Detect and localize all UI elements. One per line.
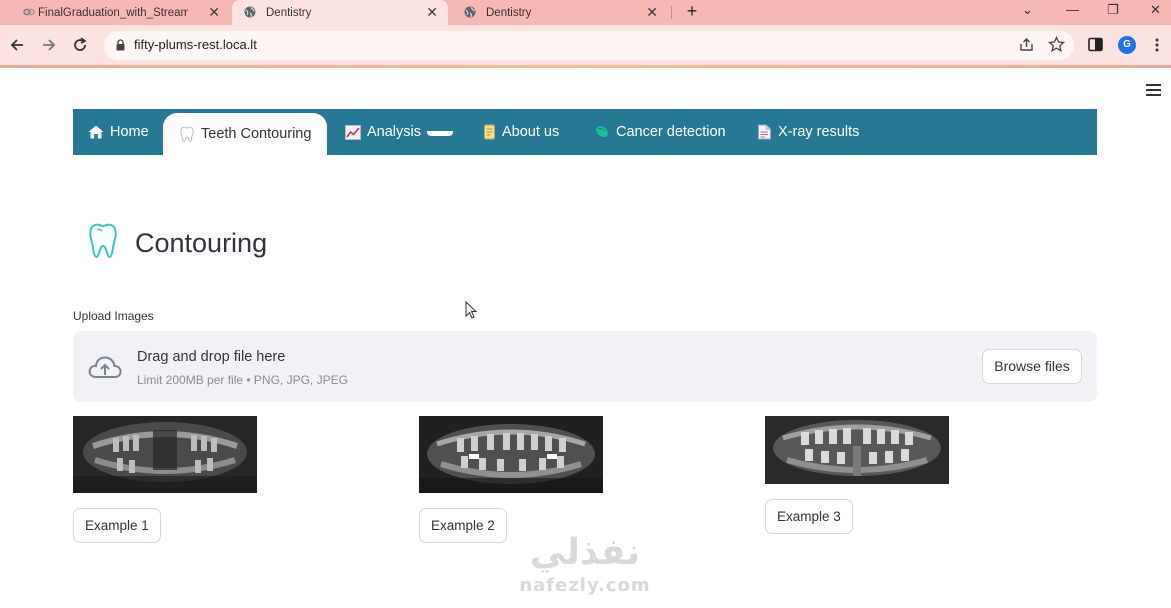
example-1-button[interactable]: Example 1 <box>73 508 161 543</box>
watermark-arabic: نفذلي <box>529 532 641 573</box>
top-navbar: Home Teeth Contouring Analysis About us … <box>73 109 1097 155</box>
close-icon[interactable]: ✕ <box>208 4 220 20</box>
nav-item-cancer-detection[interactable]: Cancer detection <box>594 109 726 155</box>
watermark-latin: nafezly.com <box>519 575 651 596</box>
colab-icon <box>23 8 35 16</box>
example-xray-image-2 <box>419 416 603 493</box>
file-dropzone[interactable]: Drag and drop file here Limit 200MB per … <box>73 331 1097 402</box>
window-close-icon[interactable]: ✕ <box>1150 2 1161 18</box>
browse-files-button[interactable]: Browse files <box>982 349 1082 384</box>
side-panel-icon[interactable] <box>1088 37 1103 52</box>
share-icon[interactable] <box>1018 36 1035 53</box>
example-xray-image-3 <box>765 416 949 484</box>
forward-arrow-icon[interactable] <box>38 35 58 55</box>
nav-item-label: Teeth Contouring <box>201 126 312 142</box>
upload-label: Upload Images <box>73 309 154 323</box>
scroll-icon <box>484 124 495 140</box>
globe-icon <box>464 6 476 18</box>
close-icon[interactable]: ✕ <box>426 4 438 20</box>
more-menu-icon[interactable] <box>1152 37 1162 53</box>
browser-toolbar: fifty-plums-rest.loca.lt G <box>0 25 1171 66</box>
home-icon <box>88 125 104 139</box>
dropzone-limits: Limit 200MB per file • PNG, JPG, JPEG <box>137 373 348 387</box>
browser-tab-dentistry-active[interactable]: Dentistry ✕ <box>232 0 448 25</box>
close-icon[interactable]: ✕ <box>646 4 658 20</box>
nav-item-label: About us <box>502 124 560 140</box>
nav-item-about-us[interactable]: About us <box>483 109 559 155</box>
nav-item-label: Analysis <box>367 124 421 140</box>
globe-icon <box>244 6 256 18</box>
tab-title: Dentistry <box>486 6 532 19</box>
nav-item-teeth-contouring[interactable]: Teeth Contouring <box>163 113 328 155</box>
example-2-button[interactable]: Example 2 <box>419 508 507 543</box>
tooth-icon <box>89 223 117 259</box>
bookmark-star-icon[interactable] <box>1048 36 1065 53</box>
dropzone-instructions: Drag and drop file here <box>137 349 286 365</box>
browser-tab-bar: FinalGraduation_with_Streamlit ✕ Dentist… <box>0 0 1171 25</box>
profile-avatar[interactable]: G <box>1118 36 1136 54</box>
url-text[interactable]: fifty-plums-rest.loca.lt <box>134 37 257 52</box>
hamburger-menu-icon[interactable] <box>1146 84 1161 96</box>
lock-icon[interactable] <box>116 39 125 51</box>
nav-item-label: Cancer detection <box>616 124 726 140</box>
minimize-icon[interactable]: — <box>1066 2 1079 17</box>
nav-item-xray-results[interactable]: X-ray results <box>757 109 859 155</box>
cloud-upload-icon <box>88 356 122 378</box>
tab-title: Dentistry <box>266 6 312 19</box>
browser-tab-colab[interactable]: FinalGraduation_with_Streamlit ✕ <box>14 0 230 25</box>
mouse-cursor-icon <box>465 301 477 319</box>
loading-bar <box>0 65 1171 68</box>
nav-item-home[interactable]: Home <box>88 109 149 155</box>
nav-item-label: X-ray results <box>778 124 860 140</box>
back-arrow-icon[interactable] <box>8 35 28 55</box>
pill-icon <box>596 126 608 137</box>
tab-title: FinalGraduation_with_Streamlit <box>38 6 188 19</box>
tab-search-icon[interactable]: ⌄ <box>1022 2 1033 18</box>
chart-icon <box>345 124 361 140</box>
address-bar[interactable]: fifty-plums-rest.loca.lt <box>104 31 1074 60</box>
reload-icon[interactable] <box>70 35 90 55</box>
restore-icon[interactable]: ❐ <box>1107 2 1119 18</box>
watermark: نفذلي nafezly.com <box>505 531 665 608</box>
tab-separator <box>671 6 672 19</box>
new-tab-button[interactable]: + <box>681 2 703 22</box>
underline-icon <box>427 130 453 136</box>
page-title: Contouring <box>135 228 268 258</box>
browser-tab-dentistry[interactable]: Dentistry ✕ <box>452 0 668 25</box>
example-xray-image-1 <box>73 416 257 493</box>
nav-item-label: Home <box>110 124 149 140</box>
nav-item-analysis[interactable]: Analysis <box>345 109 453 155</box>
example-3-button[interactable]: Example 3 <box>765 499 853 534</box>
document-icon <box>758 124 771 140</box>
tooth-icon <box>180 126 194 143</box>
